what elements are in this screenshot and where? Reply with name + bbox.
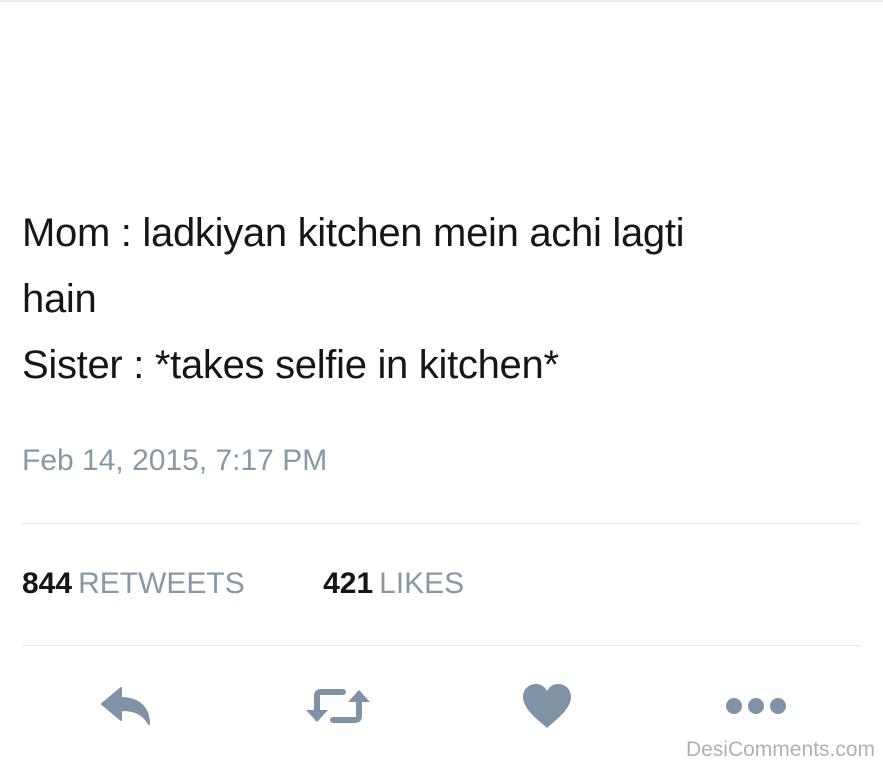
tweet-actions	[0, 676, 883, 736]
tweet-text-line: hain	[22, 277, 97, 321]
likes-count: 421	[323, 567, 374, 600]
like-button[interactable]	[512, 676, 582, 736]
tweet-stats: 844 RETWEETS 421 LIKES	[22, 564, 534, 604]
retweet-icon	[306, 689, 370, 723]
top-border	[0, 0, 883, 2]
likes-stat[interactable]: 421 LIKES	[323, 564, 464, 604]
divider	[22, 645, 860, 646]
tweet-text: Mom : ladkiyan kitchen mein achi lagti h…	[22, 200, 842, 398]
tweet-text-line: Sister : *takes selfie in kitchen*	[22, 343, 559, 387]
watermark: DesiComments.com	[685, 738, 875, 761]
retweets-count: 844	[22, 567, 73, 600]
retweets-stat[interactable]: 844 RETWEETS	[22, 564, 245, 604]
heart-icon	[523, 684, 571, 728]
more-button[interactable]	[721, 676, 791, 736]
likes-label: LIKES	[379, 567, 465, 600]
reply-icon	[101, 687, 150, 725]
reply-button[interactable]	[92, 676, 162, 736]
retweets-label: RETWEETS	[78, 567, 245, 600]
more-icon	[726, 698, 786, 714]
tweet-text-line: Mom : ladkiyan kitchen mein achi lagti	[22, 211, 685, 255]
divider	[22, 523, 860, 524]
retweet-button[interactable]	[303, 676, 373, 736]
tweet-timestamp[interactable]: Feb 14, 2015, 7:17 PM	[22, 441, 327, 481]
